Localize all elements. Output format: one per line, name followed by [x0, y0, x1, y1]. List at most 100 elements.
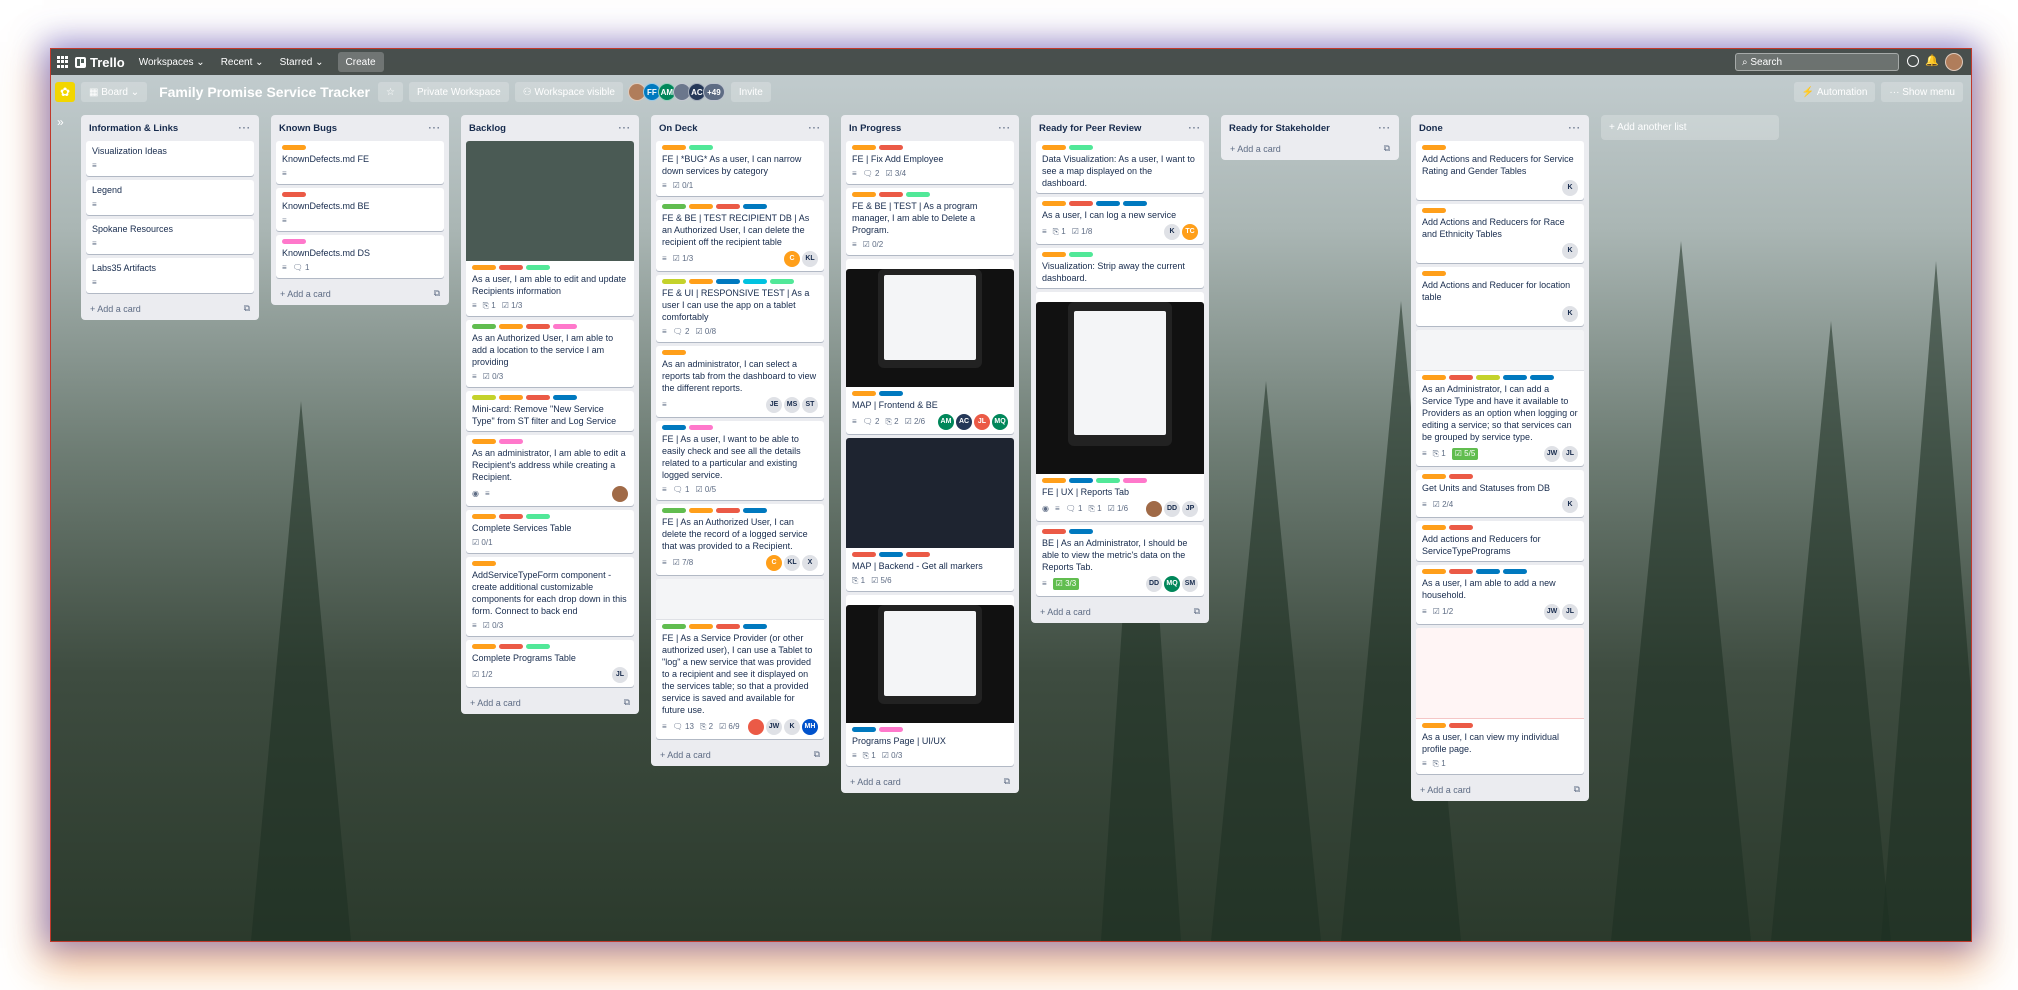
card-label[interactable] [852, 727, 876, 732]
card-label[interactable] [1449, 474, 1473, 479]
list-title[interactable]: Ready for Stakeholder [1229, 123, 1330, 134]
show-menu-button[interactable]: ··· Show menu [1881, 82, 1963, 102]
card[interactable]: Add actions and Reducers for ServiceType… [1416, 521, 1584, 561]
card-label[interactable] [499, 439, 523, 444]
card-label[interactable] [1096, 201, 1120, 206]
card-labels[interactable] [1422, 375, 1578, 380]
card-labels[interactable] [1422, 271, 1578, 276]
card[interactable]: Mini-card: Remove "New Service Type" fro… [466, 391, 634, 431]
list-header[interactable]: Ready for Stakeholder ··· [1226, 119, 1394, 137]
card-labels[interactable] [472, 644, 628, 649]
card-label[interactable] [472, 265, 496, 270]
card-labels[interactable] [472, 514, 628, 519]
card-labels[interactable] [852, 145, 1008, 150]
member-avatar[interactable]: JE [766, 397, 782, 413]
card-label[interactable] [1042, 478, 1066, 483]
card-label[interactable] [879, 391, 903, 396]
card-labels[interactable] [282, 192, 438, 197]
visibility-button[interactable]: ⚇ Workspace visible [514, 82, 623, 102]
trello-logo[interactable]: Trello [69, 55, 131, 70]
list-title[interactable]: Known Bugs [279, 123, 337, 134]
card-label[interactable] [526, 514, 550, 519]
card-label[interactable] [716, 204, 740, 209]
card[interactable]: Legend ≡ [86, 180, 254, 215]
list-menu-icon[interactable]: ··· [239, 123, 252, 134]
card-labels[interactable] [472, 265, 628, 270]
member-avatar[interactable]: MS [784, 397, 800, 413]
automation-button[interactable]: ⚡ Automation [1793, 82, 1876, 102]
card-label[interactable] [1476, 375, 1500, 380]
card-labels[interactable] [662, 508, 818, 513]
starred-menu[interactable]: Starred ⌄ [272, 51, 332, 73]
card-label[interactable] [852, 391, 876, 396]
list-menu-icon[interactable]: ··· [619, 123, 632, 134]
list-title[interactable]: Ready for Peer Review [1039, 123, 1141, 134]
card-labels[interactable] [662, 350, 818, 355]
card-label[interactable] [662, 350, 686, 355]
card-labels[interactable] [662, 204, 818, 209]
card[interactable]: Add Actions and Reducers for Race and Et… [1416, 204, 1584, 263]
card[interactable]: FE | As an Authorized User, I can delete… [656, 504, 824, 575]
member-avatar[interactable] [748, 719, 764, 735]
card[interactable]: As an Administrator, I can add a Service… [1416, 330, 1584, 466]
list-header[interactable]: Known Bugs ··· [276, 119, 444, 137]
card-label[interactable] [282, 145, 306, 150]
card[interactable]: As an administrator, I can select a repo… [656, 346, 824, 417]
workspace-button[interactable]: Private Workspace [408, 82, 509, 102]
card-label[interactable] [526, 265, 550, 270]
card-label[interactable] [472, 514, 496, 519]
card-label[interactable] [1422, 375, 1446, 380]
card-label[interactable] [1503, 375, 1527, 380]
card-label[interactable] [472, 644, 496, 649]
card-labels[interactable] [852, 552, 1008, 557]
card-labels[interactable] [472, 439, 628, 444]
card-label[interactable] [282, 239, 306, 244]
card-label[interactable] [1042, 529, 1066, 534]
card[interactable]: MAP | Backend - Get all markers ⎘ 1 ☑ 5/6 [846, 438, 1014, 591]
card[interactable]: As a user, I am able to edit and update … [466, 141, 634, 316]
member-avatar[interactable]: AM [938, 414, 954, 430]
list-menu-icon[interactable]: ··· [809, 123, 822, 134]
list-menu-icon[interactable]: ··· [999, 123, 1012, 134]
card-label[interactable] [472, 561, 496, 566]
list-header[interactable]: Done ··· [1416, 119, 1584, 137]
card-label[interactable] [689, 508, 713, 513]
member-avatar[interactable]: K [1164, 224, 1180, 240]
card[interactable]: Labs35 Artifacts ≡ [86, 258, 254, 293]
list-header[interactable]: In Progress ··· [846, 119, 1014, 137]
card-labels[interactable] [662, 279, 818, 284]
card-label[interactable] [1449, 375, 1473, 380]
card-template-icon[interactable]: ⧉ [1384, 143, 1390, 154]
add-list-button[interactable]: + Add another list [1601, 115, 1779, 140]
card-label[interactable] [1449, 723, 1473, 728]
card-label[interactable] [716, 624, 740, 629]
card-label[interactable] [1422, 723, 1446, 728]
card-label[interactable] [906, 192, 930, 197]
card-label[interactable] [662, 624, 686, 629]
card-labels[interactable] [852, 391, 1008, 396]
card-label[interactable] [879, 552, 903, 557]
card-label[interactable] [852, 552, 876, 557]
card-label[interactable] [689, 425, 713, 430]
card-label[interactable] [282, 192, 306, 197]
card[interactable]: AddServiceTypeForm component - create ad… [466, 557, 634, 636]
card-label[interactable] [499, 395, 523, 400]
search-input[interactable]: ⌕ Search [1735, 53, 1899, 71]
member-avatar[interactable]: JL [974, 414, 990, 430]
card[interactable]: FE | As a user, I want to be able to eas… [656, 421, 824, 500]
workspace-logo[interactable]: ✿ [55, 82, 75, 102]
member-avatar[interactable]: JL [612, 667, 628, 683]
member-avatar[interactable]: DD [1164, 501, 1180, 517]
member-avatar[interactable]: TC [1182, 224, 1198, 240]
card-template-icon[interactable]: ⧉ [1194, 606, 1200, 617]
card[interactable]: As a user, I can log a new service ≡ ⎘ 1 ☑ … [1036, 197, 1204, 244]
member-avatar[interactable] [1146, 501, 1162, 517]
card-label[interactable] [1069, 252, 1093, 257]
card[interactable]: Complete Services Table ☑ 0/1 [466, 510, 634, 553]
card-label[interactable] [689, 145, 713, 150]
list-menu-icon[interactable]: ··· [429, 123, 442, 134]
add-card-button[interactable]: + Add a card ⧉ [86, 297, 254, 316]
card[interactable]: FE | Fix Add Employee ≡ 🗨 2 ☑ 3/4 [846, 141, 1014, 184]
member-avatar[interactable]: X [802, 555, 818, 571]
card-template-icon[interactable]: ⧉ [1574, 784, 1580, 795]
